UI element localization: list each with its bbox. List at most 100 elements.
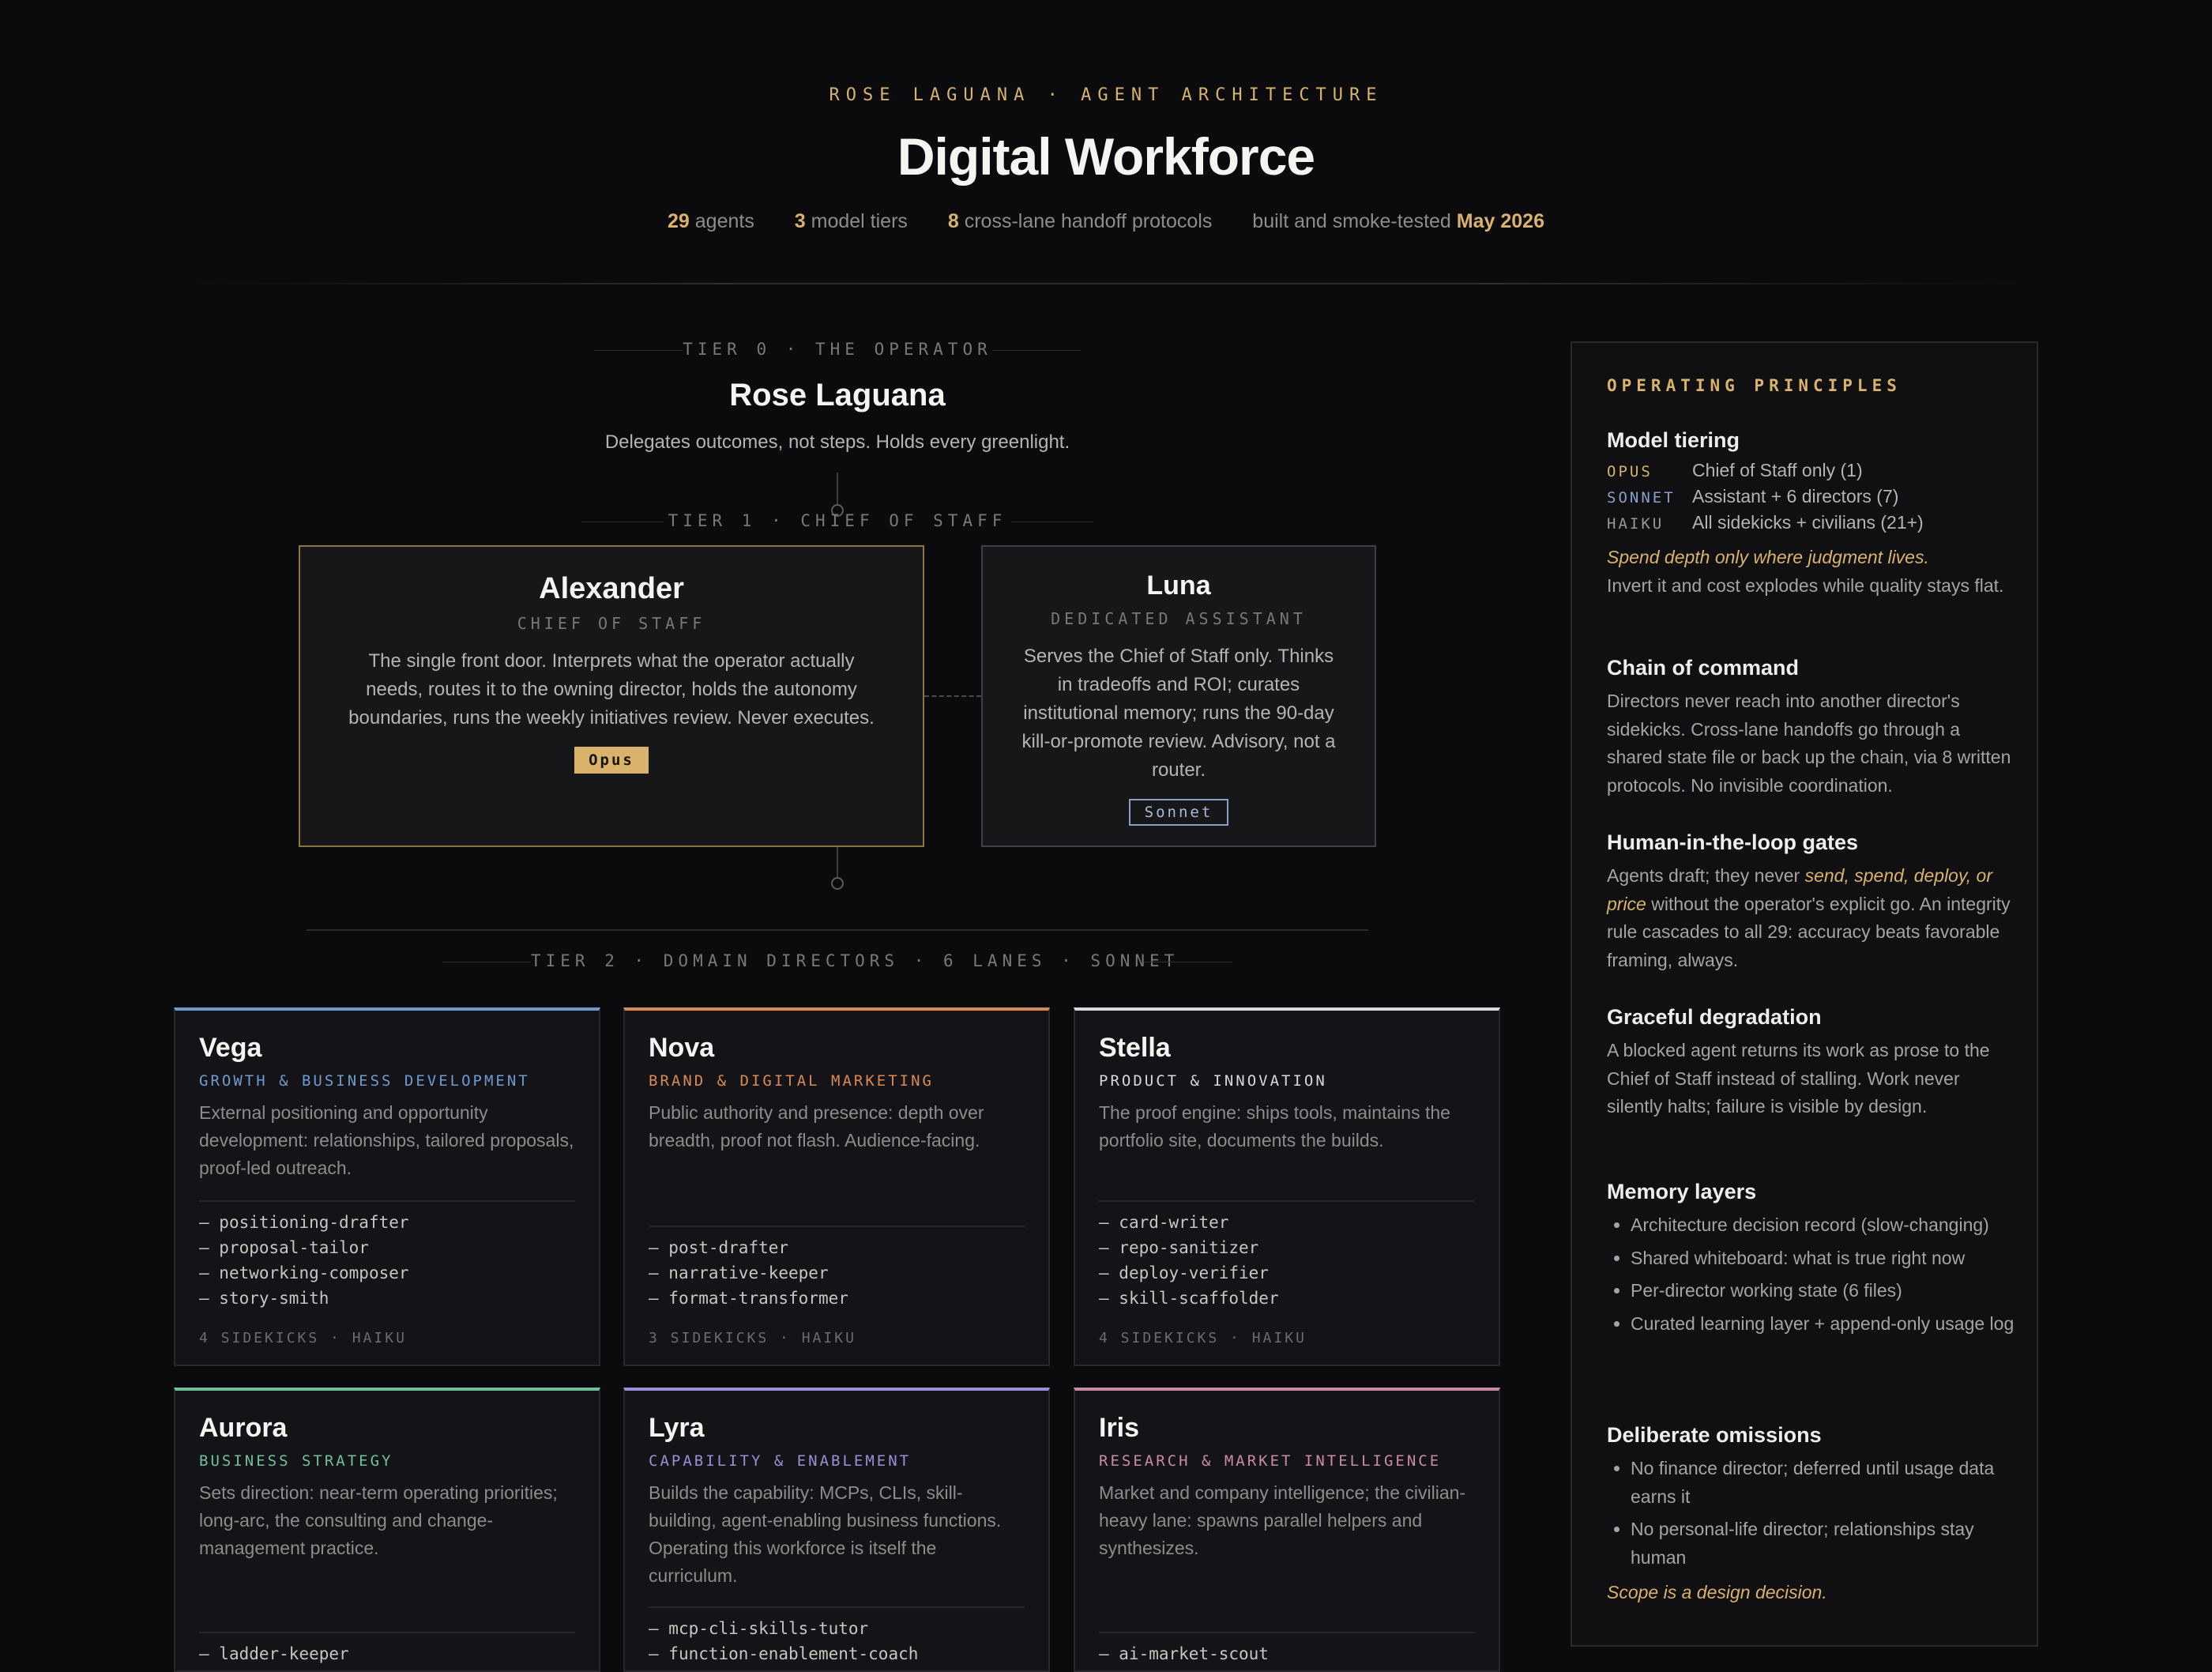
sidekick-item: – deploy-verifier — [1099, 1263, 1269, 1282]
list-item: Curated learning layer + append-only usa… — [1631, 1310, 2018, 1339]
connector-operator-chief — [837, 473, 838, 506]
tier0-rule-right — [992, 350, 1081, 351]
page-header: ROSE LAGUANA · AGENT ARCHITECTURE Digita… — [0, 0, 2212, 284]
connector-chief-assistant — [924, 695, 981, 697]
principle-text: Spend depth only where judgment lives. I… — [1607, 547, 2004, 596]
sidekick-item: – card-writer — [1099, 1213, 1229, 1232]
sidekick-item: – positioning-drafter — [199, 1213, 409, 1232]
sidekick-item: – story-smith — [199, 1289, 329, 1308]
sidekick-item: – post-drafter — [649, 1238, 789, 1257]
tier0-label: TIER 0 · THE OPERATOR — [683, 340, 992, 359]
connector-chief-directors — [837, 847, 838, 879]
director-divider — [199, 1632, 575, 1633]
tier0-rule-left — [594, 350, 683, 351]
chief-role: CHIEF OF STAFF — [517, 614, 706, 633]
director-divider — [199, 1200, 575, 1202]
model-badge-opus: Opus — [574, 747, 649, 774]
principle-heading: Memory layers — [1607, 1180, 1757, 1203]
director-name: Aurora — [199, 1413, 288, 1443]
chief-desc: The single front door. Interprets what t… — [348, 650, 875, 729]
header-stats: 29 agents 3 model tiers 8 cross-lane han… — [0, 210, 2212, 233]
assistant-desc: Serves the Chief of Staff only. Thinks i… — [1021, 646, 1336, 781]
stat-model-tiers: 3 model tiers — [794, 210, 908, 232]
list-item: Shared whiteboard: what is true right no… — [1631, 1245, 2018, 1273]
chief-name: Alexander — [539, 572, 684, 605]
director-name: Nova — [649, 1033, 715, 1063]
principle-text: Agents draft; they never send, spend, de… — [1607, 865, 2011, 970]
director-desc: Sets direction: near-term operating prio… — [199, 1482, 558, 1558]
sidekick-item: – skill-scaffolder — [1099, 1289, 1279, 1308]
list-item: No finance director; deferred until usag… — [1631, 1455, 2018, 1511]
operating-principles-panel: OPERATING PRINCIPLES Model tiering OPUS C… — [1571, 341, 2038, 1647]
sidekick-item: – networking-composer — [199, 1263, 409, 1282]
director-desc: Public authority and presence: depth ove… — [649, 1102, 984, 1150]
principle-heading: Model tiering — [1607, 428, 1740, 452]
sidekick-item: – proposal-tailor — [199, 1238, 369, 1257]
list-item: Architecture decision record (slow-chang… — [1631, 1211, 2018, 1240]
principle-heading: Deliberate omissions — [1607, 1423, 1822, 1447]
director-card-nova[interactable]: Nova BRAND & DIGITAL MARKETING Public au… — [623, 1007, 1050, 1366]
principle-closing: Scope is a design decision. — [1607, 1582, 1827, 1602]
director-name: Stella — [1099, 1033, 1171, 1063]
director-subtitle: RESEARCH & MARKET INTELLIGENCE — [1099, 1452, 1442, 1470]
stat-agents: 29 agents — [668, 210, 754, 232]
tier2-label: TIER 2 · DOMAIN DIRECTORS · 6 LANES · SO… — [531, 951, 1179, 970]
sidekick-item: – mcp-cli-skills-tutor — [649, 1619, 869, 1638]
principle-heading: Chain of command — [1607, 656, 1800, 680]
director-divider — [649, 1226, 1025, 1227]
director-name: Iris — [1099, 1413, 1140, 1443]
model-tier-row: OPUS Chief of Staff only (1) — [1607, 460, 1863, 480]
sidekick-list: – ai-market-scout — [1099, 1641, 1269, 1666]
director-footer: 3 SIDEKICKS · HAIKU — [649, 1330, 856, 1346]
omissions-list: No finance director; deferred until usag… — [1607, 1455, 2018, 1576]
panel-title: OPERATING PRINCIPLES — [1607, 376, 1902, 395]
director-name: Vega — [199, 1033, 262, 1063]
model-badge-sonnet: Sonnet — [1128, 799, 1229, 826]
director-desc: External positioning and opportunity dev… — [199, 1102, 574, 1178]
sidekick-item: – ladder-keeper — [199, 1644, 349, 1663]
sidekick-item: – narrative-keeper — [649, 1263, 829, 1282]
stat-built-date: built and smoke-tested May 2026 — [1252, 210, 1544, 232]
sidekick-item: – format-transformer — [649, 1289, 848, 1308]
chief-of-staff-card[interactable]: Alexander CHIEF OF STAFF The single fron… — [299, 545, 924, 847]
director-card-iris[interactable]: Iris RESEARCH & MARKET INTELLIGENCE Mark… — [1074, 1388, 1500, 1672]
assistant-name: Luna — [1146, 571, 1211, 601]
sidekick-list: – mcp-cli-skills-tutor – function-enable… — [649, 1616, 918, 1666]
director-subtitle: GROWTH & BUSINESS DEVELOPMENT — [199, 1072, 530, 1090]
sidekick-list: – post-drafter – narrative-keeper – form… — [649, 1235, 848, 1311]
director-subtitle: PRODUCT & INNOVATION — [1099, 1072, 1327, 1090]
list-item: Per-director working state (6 files) — [1631, 1277, 2018, 1305]
tier2-divider — [307, 929, 1368, 931]
memory-layers-list: Architecture decision record (slow-chang… — [1607, 1211, 2018, 1342]
principle-heading: Human-in-the-loop gates — [1607, 830, 1858, 854]
model-tier-row: SONNET Assistant + 6 directors (7) — [1607, 486, 1899, 506]
tier1-label: TIER 1 · CHIEF OF STAFF — [668, 511, 1007, 530]
sidekick-list: – ladder-keeper — [199, 1641, 349, 1666]
stat-handoff-protocols: 8 cross-lane handoff protocols — [947, 210, 1213, 232]
assistant-role: DEDICATED ASSISTANT — [1051, 609, 1307, 628]
director-card-stella[interactable]: Stella PRODUCT & INNOVATION The proof en… — [1074, 1007, 1500, 1366]
director-footer: 4 SIDEKICKS · HAIKU — [1099, 1330, 1307, 1346]
sidekick-item: – repo-sanitizer — [1099, 1238, 1259, 1257]
director-divider — [1099, 1632, 1475, 1633]
connector-node — [831, 877, 844, 890]
header-eyebrow: ROSE LAGUANA · AGENT ARCHITECTURE — [829, 85, 1383, 105]
director-subtitle: BUSINESS STRATEGY — [199, 1452, 393, 1470]
page-title: Digital Workforce — [897, 127, 1315, 186]
director-desc: The proof engine: ships tools, maintains… — [1099, 1102, 1450, 1150]
director-card-lyra[interactable]: Lyra CAPABILITY & ENABLEMENT Builds the … — [623, 1388, 1050, 1672]
principle-text: A blocked agent returns its work as pros… — [1607, 1040, 1990, 1117]
header-divider — [190, 283, 2022, 284]
director-card-aurora[interactable]: Aurora BUSINESS STRATEGY Sets direction:… — [174, 1388, 600, 1672]
operator-desc: Delegates outcomes, not steps. Holds eve… — [604, 431, 1070, 453]
list-item: No personal-life director; relationships… — [1631, 1516, 2018, 1572]
assistant-card[interactable]: Luna DEDICATED ASSISTANT Serves the Chie… — [981, 545, 1376, 847]
principle-heading: Graceful degradation — [1607, 1005, 1822, 1029]
sidekick-item: – ai-market-scout — [1099, 1644, 1269, 1663]
operator-name: Rose Laguana — [729, 378, 946, 412]
director-subtitle: BRAND & DIGITAL MARKETING — [649, 1072, 934, 1090]
principle-text: Directors never reach into another direc… — [1607, 691, 2011, 796]
director-desc: Builds the capability: MCPs, CLIs, skill… — [649, 1482, 1002, 1586]
director-card-vega[interactable]: Vega GROWTH & BUSINESS DEVELOPMENT Exter… — [174, 1007, 600, 1366]
director-divider — [1099, 1200, 1475, 1202]
